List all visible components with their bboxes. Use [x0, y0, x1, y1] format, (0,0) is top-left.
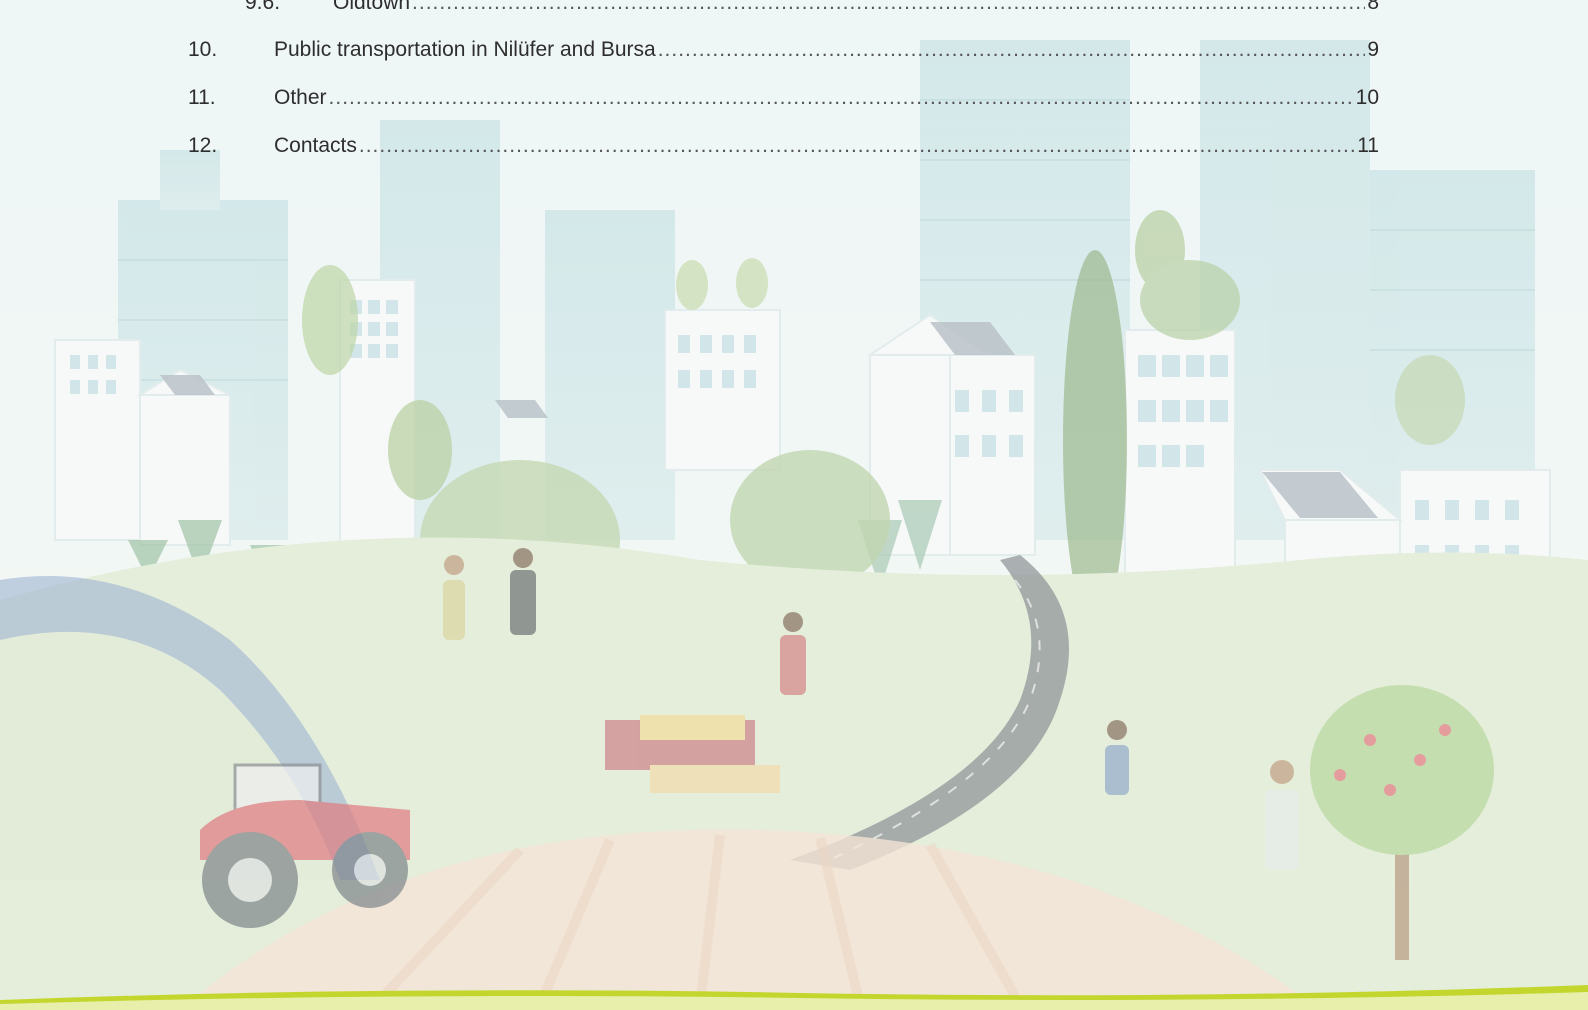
toc-entry-number: 12.	[188, 134, 218, 157]
toc-dot-leader: ........................................…	[657, 38, 1366, 61]
toc-entry-oldtown[interactable]: 9.6. Oldtown ...........................…	[0, 0, 1588, 18]
toc-entry-number: 11.	[188, 86, 216, 109]
toc-entry-title[interactable]: Public transportation in Nilüfer and Bur…	[274, 35, 656, 65]
toc-entry-contacts[interactable]: 12. Contacts ...........................…	[0, 131, 1588, 161]
table-of-contents: 9.6. Oldtown ...........................…	[0, 0, 1588, 170]
toc-entry-other[interactable]: 11. Other ..............................…	[0, 83, 1588, 113]
toc-entry-page[interactable]: 8	[1367, 0, 1379, 18]
toc-entry-title[interactable]: Other	[274, 83, 327, 113]
toc-entry-page[interactable]: 10	[1356, 83, 1379, 113]
toc-entry-page[interactable]: 11	[1357, 131, 1379, 161]
toc-entry-title[interactable]: Contacts	[274, 131, 357, 161]
toc-dot-leader: ........................................…	[328, 86, 1354, 109]
toc-dot-leader: ........................................…	[358, 134, 1356, 157]
toc-entry-title[interactable]: Oldtown	[333, 0, 410, 18]
toc-entry-number: 10.	[188, 38, 218, 61]
toc-entry-number: 9.6.	[245, 0, 281, 14]
toc-dot-leader: ........................................…	[412, 0, 1365, 14]
toc-entry-public-transportation[interactable]: 10. Public transportation in Nilüfer and…	[0, 35, 1588, 65]
toc-entry-page[interactable]: 9	[1367, 35, 1379, 65]
